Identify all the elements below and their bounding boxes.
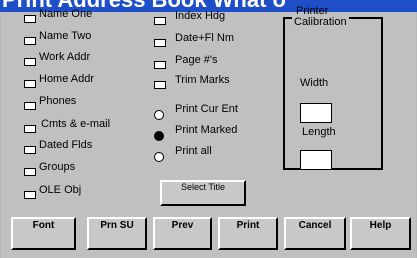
font-button[interactable]: Font — [11, 217, 76, 250]
print-all-label: Print all — [175, 145, 212, 157]
cancel-button[interactable]: Cancel — [284, 217, 346, 250]
phones-checkbox[interactable] — [24, 102, 36, 110]
date-fl-nm-label: Date+Fl Nm — [175, 32, 234, 44]
calibration-group — [283, 17, 383, 170]
help-button[interactable]: Help — [350, 217, 411, 250]
cmts-email-checkbox[interactable] — [24, 125, 36, 133]
work-addr-label: Work Addr — [39, 51, 91, 63]
groups-checkbox[interactable] — [24, 168, 36, 176]
home-addr-label: Home Addr — [39, 73, 95, 85]
page-numbers-checkbox[interactable] — [154, 61, 166, 69]
index-hdg-checkbox[interactable] — [154, 17, 166, 25]
cmts-email-label: Cmts & e-mail — [41, 118, 111, 130]
calibration-title: Calibration — [292, 16, 349, 28]
width-label: Width — [300, 77, 329, 89]
phones-label: Phones — [39, 95, 77, 107]
dated-flds-label: Dated Flds — [39, 139, 93, 151]
ole-obj-label: OLE Obj — [39, 184, 82, 196]
name-one-label: Name One — [39, 8, 93, 20]
prn-su-button[interactable]: Prn SU — [87, 217, 147, 250]
trim-marks-label: Trim Marks — [175, 74, 230, 86]
home-addr-checkbox[interactable] — [24, 80, 36, 88]
date-fl-nm-checkbox[interactable] — [154, 39, 166, 47]
name-one-checkbox[interactable] — [24, 15, 36, 23]
groups-label: Groups — [39, 161, 76, 173]
dated-flds-checkbox[interactable] — [24, 146, 36, 154]
trim-marks-checkbox[interactable] — [154, 81, 166, 89]
name-two-checkbox[interactable] — [24, 37, 36, 45]
print-marked-radio[interactable] — [154, 131, 164, 141]
name-two-label: Name Two — [39, 30, 92, 42]
length-input[interactable] — [300, 150, 332, 170]
index-hdg-label: Index Hdg — [175, 10, 226, 22]
print-button[interactable]: Print — [218, 217, 278, 250]
work-addr-checkbox[interactable] — [24, 58, 36, 66]
prev-button[interactable]: Prev — [153, 217, 212, 250]
print-cur-ent-radio[interactable] — [154, 110, 164, 120]
length-label: Length — [302, 126, 336, 138]
print-cur-ent-label: Print Cur Ent — [175, 103, 238, 115]
print-marked-label: Print Marked — [175, 124, 238, 136]
ole-obj-checkbox[interactable] — [24, 191, 36, 199]
print-all-radio[interactable] — [154, 152, 164, 162]
select-title-button[interactable]: Select Title — [160, 180, 246, 206]
width-input[interactable] — [300, 103, 332, 123]
page-numbers-label: Page #'s — [175, 54, 218, 66]
